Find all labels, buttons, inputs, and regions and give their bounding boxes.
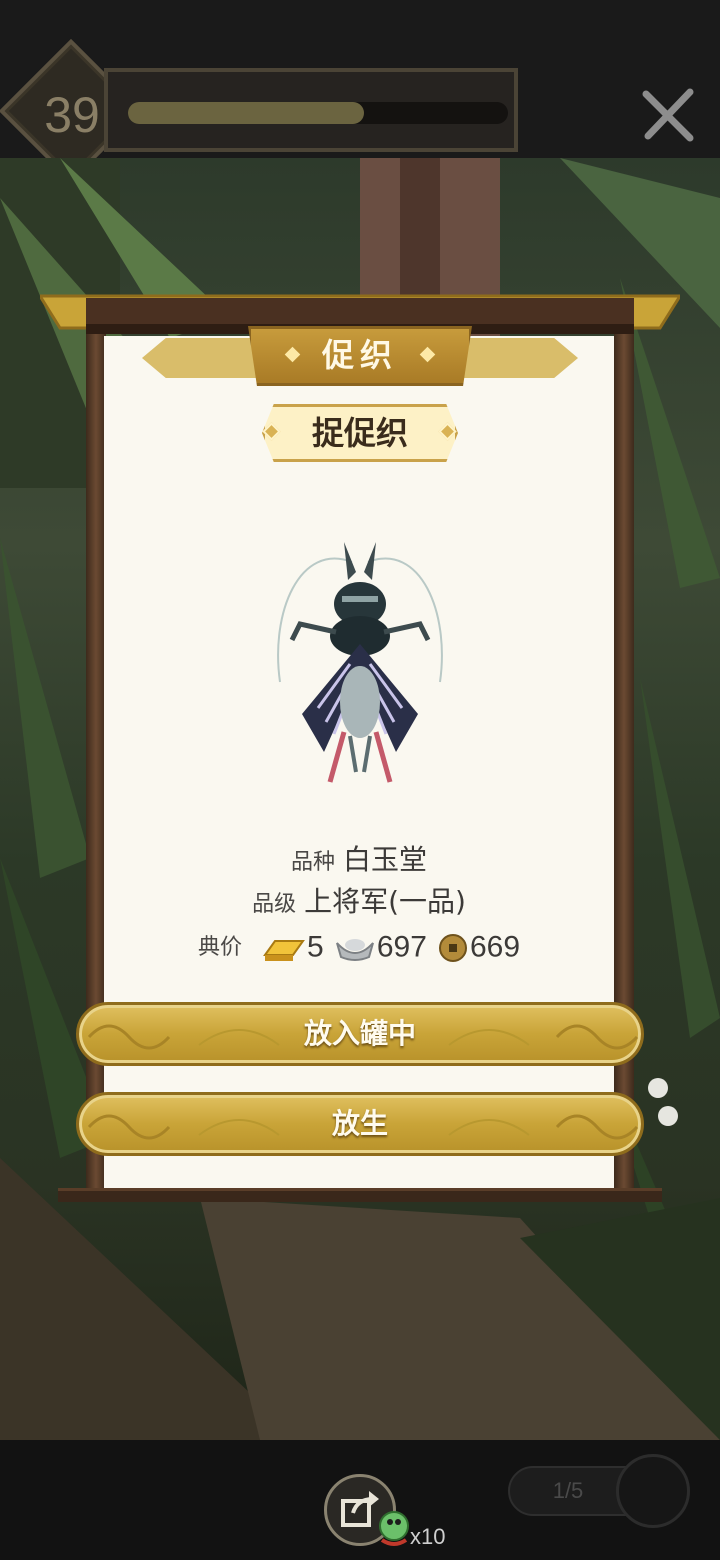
- gold-bar-icon: [263, 939, 305, 961]
- scroll-left-post: [86, 330, 106, 1200]
- silver-amount: 697: [376, 930, 427, 964]
- species-value: 白玉堂: [343, 843, 428, 876]
- page-indicator-text: 1/5: [552, 1478, 584, 1503]
- release-label: 放生: [331, 1107, 388, 1140]
- grade-row: 品级 上将军(一品): [104, 880, 614, 924]
- grade-value: 上将军(一品): [304, 885, 466, 918]
- gold-amount: 5: [307, 930, 324, 964]
- close-button[interactable]: [636, 84, 700, 148]
- copper-amount: 669: [469, 930, 521, 964]
- cricket-illustration: [277, 542, 443, 783]
- scroll-right-post: [614, 330, 634, 1200]
- close-icon: [642, 88, 694, 142]
- price-row: 典价 5 697 669: [104, 924, 614, 970]
- species-row: 品种 白玉堂: [104, 838, 614, 882]
- release-button[interactable]: 放生: [76, 1092, 644, 1156]
- copper-coin-icon: [438, 933, 467, 962]
- bait-count: x10: [410, 1524, 446, 1549]
- put-in-jar-label: 放入罐中: [303, 1017, 416, 1050]
- xp-bar-fill: [128, 102, 364, 124]
- card-subtitle: 捉促织: [311, 414, 408, 452]
- put-in-jar-button[interactable]: 放入罐中: [76, 1002, 644, 1066]
- silver-ingot-icon: [335, 938, 374, 961]
- price-label: 典价: [197, 934, 242, 960]
- scroll-bottom-rod: [58, 1188, 662, 1202]
- page-next-knob[interactable]: [616, 1454, 690, 1528]
- card-title: 促织: [321, 336, 398, 374]
- bait-worm-icon: [379, 1511, 409, 1546]
- species-label: 品种: [290, 850, 335, 875]
- grade-label: 品级: [252, 892, 297, 917]
